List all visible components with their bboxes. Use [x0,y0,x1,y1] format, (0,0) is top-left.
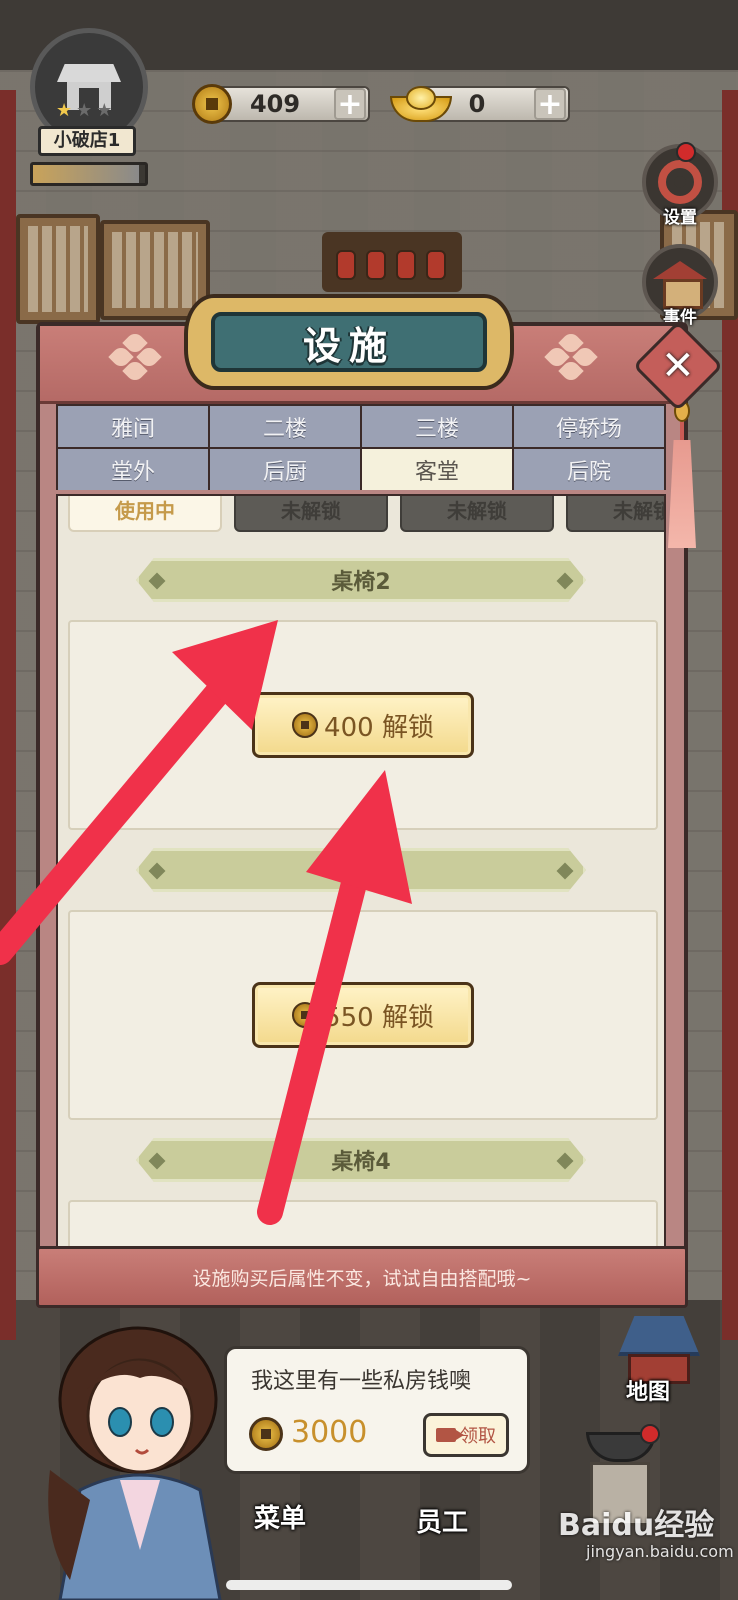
shop-progress-fill [33,165,140,183]
unlock-button[interactable]: 400 解锁 [252,692,474,758]
event-house-icon [657,261,703,309]
facility-status-row: 使用中 未解锁 未解锁 未解锁 [68,496,664,532]
section-item-box: 550 解锁 [68,910,658,1120]
section-title: 桌椅2 [331,570,391,595]
tab-third-floor[interactable]: 三楼 [362,406,512,447]
shop-progress-bar [30,162,148,186]
close-icon: ✕ [661,342,695,389]
panel-footer-tip: 设施购买后属性不变，试试自由搭配哦~ [36,1246,688,1308]
status-locked[interactable]: 未解锁 [234,496,388,532]
home-indicator[interactable] [226,1580,512,1590]
star-empty-icon: ★ [96,100,113,121]
tab-yajian[interactable]: 雅间 [58,406,208,447]
coin-count: 409 [249,90,301,118]
tab-sedan-parking[interactable]: 停轿场 [514,406,664,447]
unlock-label: 400 解锁 [324,712,434,743]
gold-ingot-icon [390,86,452,122]
status-in-use[interactable]: 使用中 [68,496,222,532]
npc-message: 我这里有一些私房钱噢 [251,1369,472,1394]
status-locked[interactable]: 未解锁 [566,496,664,532]
facility-tabs: 雅间 二楼 三楼 停轿场 堂外 后厨 客堂 后院 [56,404,666,490]
scene-window-left [16,214,100,324]
facility-panel: 设施 雅间 二楼 三楼 停轿场 堂外 后厨 客堂 后院 使用中 未解锁 未解锁 … [36,294,724,1312]
coin-icon [249,1417,283,1451]
tassel-ornament [666,400,698,550]
unlock-label: 550 解锁 [324,1002,434,1033]
unlock-button[interactable]: 550 解锁 [252,982,474,1048]
scene-lantern-rack [322,232,462,292]
star-filled-icon: ★ [56,100,73,121]
flower-ornament-icon [108,330,162,384]
npc-girl-character[interactable] [40,1320,230,1600]
watermark-logo: Baidu经验 [558,1508,715,1543]
video-ad-icon [436,1428,464,1442]
menu-button[interactable]: 菜单 [254,1498,306,1535]
settings-label: 设置 [663,208,697,228]
scene-pillar-left [0,90,16,1340]
section-header: 桌椅2 [136,558,586,602]
shop-name-label: 小破店1 [38,126,136,156]
panel-title-plaque: 设施 [184,294,514,390]
flower-ornament-icon [544,330,598,384]
tab-kitchen[interactable]: 后厨 [210,449,360,490]
coin-icon [292,1002,319,1028]
coin-icon [192,84,232,124]
events-button[interactable]: 事件 [642,244,718,328]
coin-counter: 409 + [214,86,370,122]
shop-star-rating: ★ ★ ★ [56,100,112,121]
npc-speech-bubble: 我这里有一些私房钱噢 3000 领取 [224,1346,530,1474]
tab-guest-hall[interactable]: 客堂 [362,449,512,490]
map-button[interactable]: 地图 [612,1312,706,1405]
section-header [136,848,586,892]
tab-backyard[interactable]: 后院 [514,449,664,490]
claim-reward-button[interactable]: 领取 [423,1413,509,1457]
staff-button[interactable]: 员工 [416,1502,468,1539]
section-item-box: 400 解锁 [68,620,658,830]
facility-list[interactable]: 使用中 未解锁 未解锁 未解锁 桌椅2 400 解锁 550 解锁 [56,494,666,1254]
star-empty-icon: ★ [76,100,93,121]
npc-reward-amount: 3000 [291,1415,368,1450]
pavilion-icon [618,1316,700,1356]
claim-label: 领取 [460,1426,496,1447]
section-title: 桌椅4 [331,1150,391,1175]
watermark-url: jingyan.baidu.com [586,1542,734,1561]
section-header: 桌椅4 [136,1138,586,1182]
add-coins-button[interactable]: + [334,88,366,120]
tab-second-floor[interactable]: 二楼 [210,406,360,447]
kitchen-notification-dot [640,1424,660,1444]
panel-title: 设施 [211,312,487,372]
gear-icon [658,160,702,204]
settings-notification-dot [676,142,696,162]
tab-outside[interactable]: 堂外 [58,449,208,490]
status-locked[interactable]: 未解锁 [400,496,554,532]
coin-icon [292,712,319,738]
add-ingots-button[interactable]: + [534,88,566,120]
map-label: 地图 [626,1380,671,1405]
